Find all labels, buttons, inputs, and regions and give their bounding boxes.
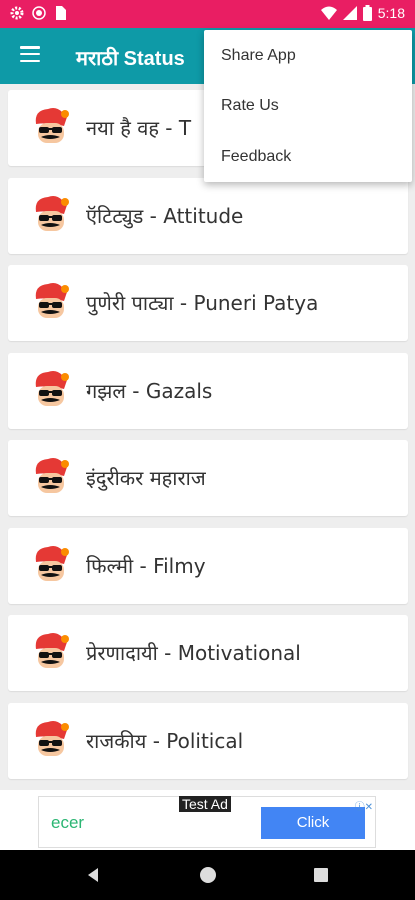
category-label: ऍटिट्युड - Attitude: [86, 203, 244, 228]
category-list: नया है वह - T ऍटिट्युड - Attitude पुणेरी…: [8, 90, 408, 790]
recents-button[interactable]: [291, 850, 351, 900]
turban-man-icon: [35, 283, 69, 318]
turban-man-icon: [35, 108, 69, 143]
category-item[interactable]: पुणेरी पाट्या - Puneri Patya: [8, 265, 408, 341]
menu-item-rate-us[interactable]: Rate Us: [204, 81, 412, 131]
category-item[interactable]: राजकीय - Political: [8, 702, 408, 779]
navigation-bar: [0, 850, 415, 900]
category-item[interactable]: गझल - Gazals: [8, 352, 408, 429]
turban-man-icon: [35, 195, 69, 231]
sim-icon: [56, 6, 66, 20]
category-label: इंदुरीकर महाराज: [86, 466, 206, 490]
wifi-icon: [320, 6, 337, 20]
circle-icon: [32, 6, 46, 20]
category-label: गझल - Gazals: [86, 378, 213, 403]
ad-brand: ecer: [51, 813, 85, 832]
home-button[interactable]: [178, 850, 238, 900]
signal-icon: [342, 6, 357, 20]
status-time: 5:18: [377, 5, 405, 21]
category-item[interactable]: ऍटिट्युड - Attitude: [8, 177, 408, 254]
ad-tag: Test Ad: [179, 796, 231, 812]
back-button[interactable]: [63, 850, 123, 900]
battery-icon: [362, 5, 372, 21]
ad-click-button[interactable]: Click: [261, 807, 365, 839]
category-item[interactable]: प्रेरणादायी - Motivational: [8, 615, 408, 691]
turban-man-icon: [35, 545, 69, 581]
turban-man-icon: [35, 633, 69, 668]
turban-man-icon: [35, 370, 69, 406]
menu-item-share-app[interactable]: Share App: [204, 31, 412, 81]
back-triangle-icon: [88, 868, 98, 882]
turban-man-icon: [35, 458, 69, 493]
status-bar: 5:18: [0, 0, 415, 28]
menu-item-feedback[interactable]: Feedback: [204, 132, 412, 182]
overflow-menu: Share App Rate Us Feedback: [204, 30, 412, 182]
category-label: पुणेरी पाट्या - Puneri Patya: [86, 291, 319, 315]
app-title: मराठी Status: [76, 48, 185, 70]
category-item[interactable]: इंदुरीकर महाराज: [8, 440, 408, 516]
turban-man-icon: [35, 720, 69, 756]
settings-icon: [10, 6, 24, 20]
category-label: प्रेरणादायी - Motivational: [86, 641, 301, 665]
ad-choices-icon[interactable]: ⓘ✕: [355, 798, 373, 813]
hamburger-icon[interactable]: [20, 46, 40, 62]
category-label: नया है वह - T: [86, 116, 192, 140]
category-item[interactable]: फिल्मी - Filmy: [8, 527, 408, 604]
ad-container[interactable]: Test Ad ecer Click ⓘ✕: [38, 796, 376, 848]
home-circle-icon: [200, 867, 216, 883]
recents-square-icon: [314, 868, 328, 882]
category-label: राजकीय - Political: [86, 728, 244, 753]
ad-banner: Test Ad ecer Click ⓘ✕: [0, 790, 415, 850]
category-label: फिल्मी - Filmy: [86, 553, 206, 578]
